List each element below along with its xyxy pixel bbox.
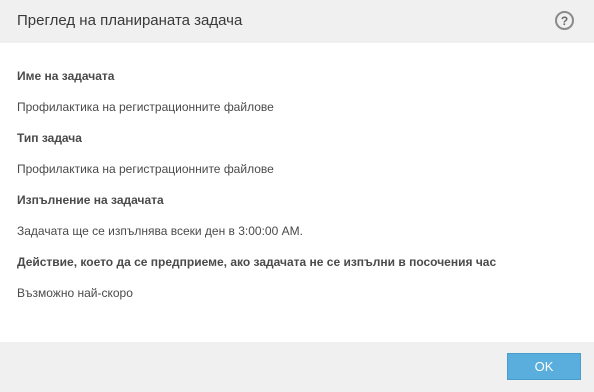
ok-button[interactable]: OK bbox=[507, 353, 581, 380]
task-type-value: Профилактика на регистрационните файлове bbox=[17, 162, 274, 176]
missed-task-action-label: Действие, което да се предприеме, ако за… bbox=[17, 255, 497, 269]
task-execution-label: Изпълнение на задачата bbox=[17, 193, 164, 207]
task-type-label: Тип задача bbox=[17, 131, 82, 145]
dialog-header: Преглед на планираната задача ? bbox=[0, 0, 594, 43]
dialog-title: Преглед на планираната задача bbox=[17, 12, 243, 29]
task-name-value: Профилактика на регистрационните файлове bbox=[17, 100, 274, 114]
help-glyph: ? bbox=[560, 13, 569, 28]
scheduled-task-overview-dialog: Преглед на планираната задача ? Име на з… bbox=[0, 0, 594, 392]
task-name-label: Име на задачата bbox=[17, 69, 115, 83]
dialog-footer: OK bbox=[0, 342, 594, 392]
missed-task-action-value: Възможно най-скоро bbox=[17, 286, 133, 300]
help-icon[interactable]: ? bbox=[555, 11, 574, 30]
task-execution-value: Задачата ще се изпълнява всеки ден в 3:0… bbox=[17, 224, 303, 238]
task-details: Име на задачата Профилактика на регистра… bbox=[0, 43, 594, 342]
